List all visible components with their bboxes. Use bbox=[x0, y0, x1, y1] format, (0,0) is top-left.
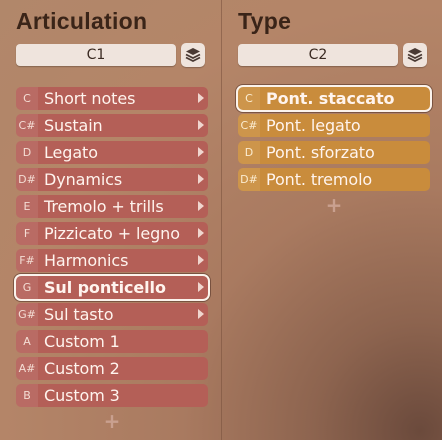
key-note-label: A# bbox=[16, 357, 38, 380]
type-item[interactable]: C# Pont. legato bbox=[238, 114, 430, 137]
articulation-item-label: Harmonics bbox=[44, 251, 129, 270]
articulation-item[interactable]: F# Harmonics bbox=[16, 249, 208, 272]
key-note-label: D# bbox=[16, 168, 38, 191]
articulation-list: C Short notes C# Sustain D Legato D# Dynamics E T… bbox=[16, 87, 208, 431]
articulation-item[interactable]: E Tremolo + trills bbox=[16, 195, 208, 218]
articulation-item-label: Sul tasto bbox=[44, 305, 114, 324]
key-note-label: F# bbox=[16, 249, 38, 272]
type-item-label: Pont. staccato bbox=[266, 89, 395, 108]
layers-icon bbox=[407, 48, 423, 63]
articulation-add-button[interactable]: + bbox=[16, 411, 208, 431]
chevron-right-icon[interactable] bbox=[198, 120, 204, 130]
key-note-label: C bbox=[16, 87, 38, 110]
type-key-selector[interactable]: C2 bbox=[238, 44, 398, 66]
key-note-label: D bbox=[238, 141, 260, 164]
key-note-label: G# bbox=[16, 303, 38, 326]
key-note-label: E bbox=[16, 195, 38, 218]
articulation-item-label: Short notes bbox=[44, 89, 136, 108]
chevron-right-icon[interactable] bbox=[198, 174, 204, 184]
articulation-item[interactable]: D# Dynamics bbox=[16, 168, 208, 191]
chevron-right-icon[interactable] bbox=[198, 147, 204, 157]
articulation-item[interactable]: A Custom 1 bbox=[16, 330, 208, 353]
articulation-heading: Articulation bbox=[16, 8, 148, 34]
type-item[interactable]: C Pont. staccato bbox=[238, 87, 430, 110]
articulation-item-label: Dynamics bbox=[44, 170, 123, 189]
layers-icon bbox=[185, 48, 201, 63]
type-item[interactable]: D# Pont. tremolo bbox=[238, 168, 430, 191]
key-note-label: F bbox=[16, 222, 38, 245]
articulation-item-label: Sustain bbox=[44, 116, 103, 135]
articulation-item-label: Tremolo + trills bbox=[44, 197, 164, 216]
articulation-item[interactable]: D Legato bbox=[16, 141, 208, 164]
chevron-right-icon[interactable] bbox=[198, 282, 204, 292]
type-item-label: Pont. legato bbox=[266, 116, 361, 135]
key-note-label: G bbox=[16, 276, 38, 299]
chevron-right-icon[interactable] bbox=[198, 93, 204, 103]
articulation-panel: Articulation C1 C Short notes C# Sustain D Le… bbox=[0, 0, 221, 440]
articulation-item[interactable]: G# Sul tasto bbox=[16, 303, 208, 326]
articulation-item-label: Custom 1 bbox=[44, 332, 120, 351]
chevron-right-icon[interactable] bbox=[198, 228, 204, 238]
articulation-item[interactable]: G Sul ponticello bbox=[16, 276, 208, 299]
articulation-item[interactable]: A# Custom 2 bbox=[16, 357, 208, 380]
type-item[interactable]: D Pont. sforzato bbox=[238, 141, 430, 164]
type-add-button[interactable]: + bbox=[238, 195, 430, 215]
key-note-label: C# bbox=[238, 114, 260, 137]
key-note-label: C bbox=[238, 87, 260, 110]
type-layers-button[interactable] bbox=[403, 43, 427, 67]
chevron-right-icon[interactable] bbox=[198, 309, 204, 319]
type-item-label: Pont. tremolo bbox=[266, 170, 373, 189]
type-panel: Type C2 C Pont. staccato C# Pont. legato D Po… bbox=[221, 0, 442, 440]
articulation-layers-button[interactable] bbox=[181, 43, 205, 67]
articulation-item[interactable]: B Custom 3 bbox=[16, 384, 208, 407]
articulation-key-selector[interactable]: C1 bbox=[16, 44, 176, 66]
articulation-item-label: Pizzicato + legno bbox=[44, 224, 180, 243]
key-note-label: C# bbox=[16, 114, 38, 137]
articulation-item-label: Legato bbox=[44, 143, 98, 162]
articulation-item-label: Sul ponticello bbox=[44, 278, 166, 297]
type-heading: Type bbox=[238, 8, 292, 34]
key-note-label: B bbox=[16, 384, 38, 407]
key-note-label: D# bbox=[238, 168, 260, 191]
articulation-item[interactable]: C Short notes bbox=[16, 87, 208, 110]
chevron-right-icon[interactable] bbox=[198, 255, 204, 265]
articulation-item[interactable]: F Pizzicato + legno bbox=[16, 222, 208, 245]
chevron-right-icon[interactable] bbox=[198, 201, 204, 211]
type-item-label: Pont. sforzato bbox=[266, 143, 375, 162]
articulation-item-label: Custom 3 bbox=[44, 386, 120, 405]
key-note-label: A bbox=[16, 330, 38, 353]
articulation-item-label: Custom 2 bbox=[44, 359, 120, 378]
type-list: C Pont. staccato C# Pont. legato D Pont. sfor… bbox=[238, 87, 430, 215]
key-note-label: D bbox=[16, 141, 38, 164]
articulation-item[interactable]: C# Sustain bbox=[16, 114, 208, 137]
